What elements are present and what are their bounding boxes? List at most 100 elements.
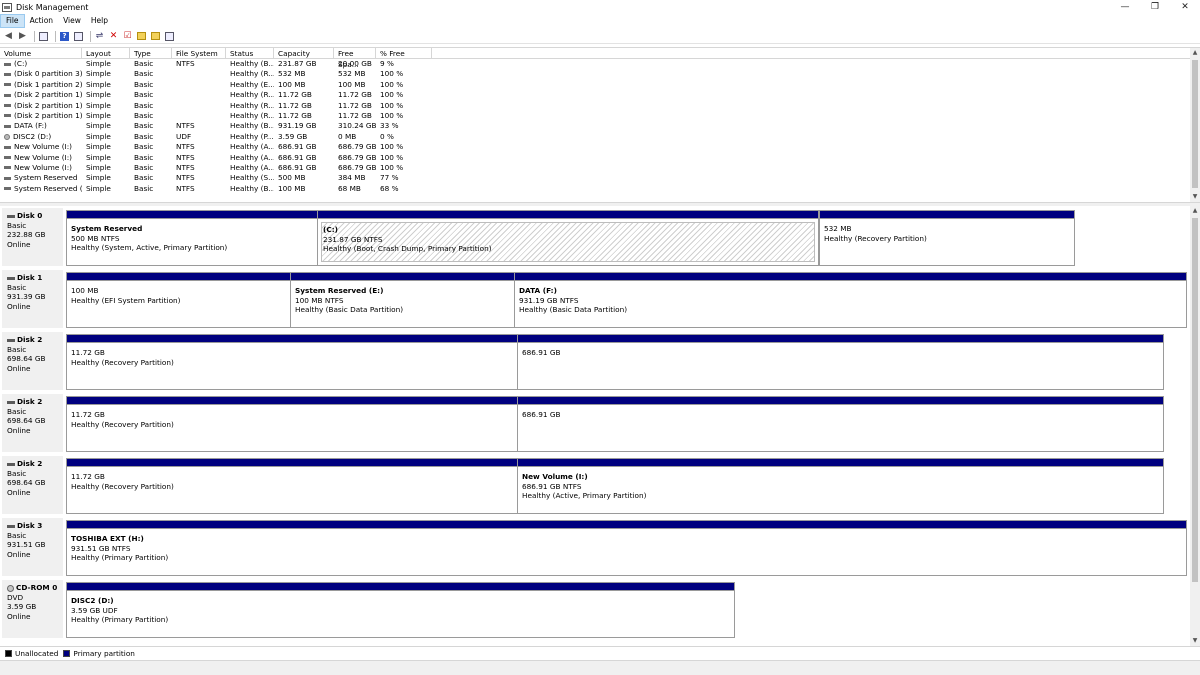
partition-block[interactable]: 686.91 GB (517, 334, 1164, 390)
partition-details: System Reserved 500 MB NTFS Healthy (Syste… (70, 222, 314, 262)
legend-swatch-unallocated (5, 650, 12, 657)
volume-rows: (C:) Simple Basic NTFS Healthy (B... 231.87 G… (0, 59, 1200, 194)
free-space-cell: 100 MB (338, 79, 366, 89)
column-header-volume[interactable]: Volume (0, 48, 82, 58)
partition-block[interactable]: 11.72 GB Healthy (Recovery Partition) (66, 396, 518, 452)
partition-block[interactable]: 532 MB Healthy (Recovery Partition) (819, 210, 1075, 266)
disk-label[interactable]: Disk 2 Basic 698.64 GB Online (2, 394, 63, 452)
volume-row[interactable]: (Disk 1 partition 2) Simple Basic Healthy (… (0, 80, 1200, 90)
partition-status: Healthy (Primary Partition) (71, 553, 169, 563)
partition-title: System Reserved (E:) (295, 286, 384, 295)
disk-label[interactable]: Disk 2 Basic 698.64 GB Online (2, 332, 63, 390)
delete-icon[interactable]: ✕ (108, 31, 119, 42)
partition-block[interactable]: DISC2 (D:) 3.59 GB UDF Healthy (Primary Pa… (66, 582, 735, 638)
maximize-button[interactable]: ❐ (1140, 0, 1170, 14)
disk-type: DVD (7, 592, 24, 602)
column-header-status[interactable]: Status (226, 48, 274, 58)
partition-block[interactable]: 100 MB Healthy (EFI System Partition) (66, 272, 291, 328)
partition-block[interactable]: 11.72 GB Healthy (Recovery Partition) (66, 334, 518, 390)
scroll-up-icon[interactable]: ▲ (1190, 48, 1200, 58)
partition-details: TOSHIBA EXT (H:) 931.51 GB NTFS Healthy (P… (70, 532, 1183, 572)
scroll-up-icon[interactable]: ▲ (1190, 206, 1200, 216)
new-folder-icon[interactable] (136, 31, 147, 42)
menu-view[interactable]: View (58, 14, 86, 28)
volume-row[interactable]: (Disk 2 partition 1) Simple Basic Healthy (… (0, 90, 1200, 100)
disk-management-app-icon (2, 2, 12, 12)
volume-row[interactable]: (Disk 0 partition 3) Simple Basic Healthy (… (0, 69, 1200, 79)
disk-name: Disk 2 (17, 397, 43, 406)
checklist-icon[interactable]: ☑ (122, 31, 133, 42)
volume-row[interactable]: (Disk 2 partition 1) Simple Basic Healthy (… (0, 101, 1200, 111)
partition-block[interactable]: 11.72 GB Healthy (Recovery Partition) (66, 458, 518, 514)
menu-help[interactable]: Help (86, 14, 113, 28)
type-cell: Basic (134, 90, 154, 100)
disk-size: 698.64 GB (7, 478, 46, 488)
file-system-cell: UDF (176, 131, 192, 141)
column-header-free-space[interactable]: Free Spa... (334, 48, 376, 69)
volume-list-scrollbar[interactable]: ▲ ▼ (1190, 48, 1200, 202)
menu-file[interactable]: File (0, 14, 25, 28)
close-button[interactable]: ✕ (1170, 0, 1200, 14)
partition-block[interactable]: System Reserved (E:) 100 MB NTFS Healthy (… (290, 272, 515, 328)
disk-label[interactable]: CD-ROM 0 DVD 3.59 GB Online (2, 580, 63, 638)
scroll-down-icon[interactable]: ▼ (1190, 192, 1200, 202)
volume-row[interactable]: System Reserved Simple Basic NTFS Healthy (S… (0, 173, 1200, 183)
free-space-cell: 11.72 GB (338, 100, 372, 110)
column-header-type[interactable]: Type (130, 48, 172, 58)
legend: Unallocated Primary partition (0, 646, 1200, 660)
disk-drive-icon (7, 214, 15, 218)
volume-row[interactable]: DATA (F:) Simple Basic NTFS Healthy (B... 931… (0, 121, 1200, 131)
partition-block[interactable]: 686.91 GB (517, 396, 1164, 452)
partition-title: (C:) (323, 225, 338, 234)
disk-row: Disk 2 Basic 698.64 GB Online 11.72 GB Health… (0, 454, 1190, 514)
disk-label[interactable]: Disk 2 Basic 698.64 GB Online (2, 456, 63, 514)
forward-arrow-icon[interactable]: ▶ (17, 31, 28, 42)
disk-type: Basic (7, 530, 27, 540)
connect-icon[interactable]: ⇌ (94, 31, 105, 42)
volume-icon (4, 176, 11, 180)
column-header-percent-free[interactable]: % Free (376, 48, 432, 58)
partition-block[interactable]: TOSHIBA EXT (H:) 931.51 GB NTFS Healthy (P… (66, 520, 1187, 576)
column-header-layout[interactable]: Layout (82, 48, 130, 58)
column-header-capacity[interactable]: Capacity (274, 48, 334, 58)
partition-status: Healthy (Active, Primary Partition) (522, 491, 647, 501)
minimize-button[interactable]: — (1110, 0, 1140, 14)
menu-action[interactable]: Action (25, 14, 59, 28)
scrollbar-thumb[interactable] (1192, 60, 1198, 188)
help-icon[interactable]: ? (59, 31, 70, 42)
partition-block[interactable]: DATA (F:) 931.19 GB NTFS Healthy (Basic Da… (514, 272, 1187, 328)
volume-row[interactable]: (C:) Simple Basic NTFS Healthy (B... 231.87 G… (0, 59, 1200, 69)
disk-map-scrollbar[interactable]: ▲ ▼ (1190, 206, 1200, 646)
disk-label[interactable]: Disk 3 Basic 931.51 GB Online (2, 518, 63, 576)
column-header-file-system[interactable]: File System (172, 48, 226, 58)
partition-block[interactable]: New Volume (I:) 686.91 GB NTFS Healthy (Ac… (517, 458, 1164, 514)
partition-block[interactable]: System Reserved 500 MB NTFS Healthy (Syste… (66, 210, 318, 266)
settings-icon[interactable] (164, 31, 175, 42)
volume-row[interactable]: (Disk 2 partition 1) Simple Basic Healthy (… (0, 111, 1200, 121)
volume-name: (Disk 2 partition 1) (14, 110, 82, 120)
disk-list-icon[interactable] (38, 31, 49, 42)
volume-icon (4, 166, 11, 170)
status-cell: Healthy (A... (230, 142, 274, 152)
scroll-down-icon[interactable]: ▼ (1190, 636, 1200, 646)
volume-row[interactable]: DISC2 (D:) Simple Basic UDF Healthy (P... 3.5… (0, 132, 1200, 142)
open-folder-icon[interactable] (150, 31, 161, 42)
properties-icon[interactable] (73, 31, 84, 42)
volume-name: (C:) (14, 59, 28, 68)
disk-row: Disk 2 Basic 698.64 GB Online 11.72 GB Health… (0, 330, 1190, 390)
back-arrow-icon[interactable]: ◀ (3, 31, 14, 42)
partition-block[interactable]: (C:) 231.87 GB NTFS Healthy (Boot, Crash D… (317, 210, 819, 266)
volume-row[interactable]: System Reserved (... Simple Basic NTFS Healt… (0, 184, 1200, 194)
disk-label[interactable]: Disk 0 Basic 232.88 GB Online (2, 208, 63, 266)
layout-cell: Simple (86, 162, 111, 172)
volume-row[interactable]: New Volume (I:) Simple Basic NTFS Healthy (A… (0, 163, 1200, 173)
free-space-cell: 20.00 GB (338, 59, 372, 68)
scrollbar-thumb[interactable] (1192, 218, 1198, 582)
volume-row[interactable]: New Volume (I:) Simple Basic NTFS Healthy (A… (0, 142, 1200, 152)
volume-row[interactable]: New Volume (I:) Simple Basic NTFS Healthy (A… (0, 153, 1200, 163)
volume-cell: System Reserved (... (0, 184, 82, 194)
partition-status: Healthy (Basic Data Partition) (519, 305, 628, 315)
free-space-cell: 310.24 GB (338, 121, 376, 131)
layout-cell: Simple (86, 121, 111, 131)
disk-label[interactable]: Disk 1 Basic 931.39 GB Online (2, 270, 63, 328)
